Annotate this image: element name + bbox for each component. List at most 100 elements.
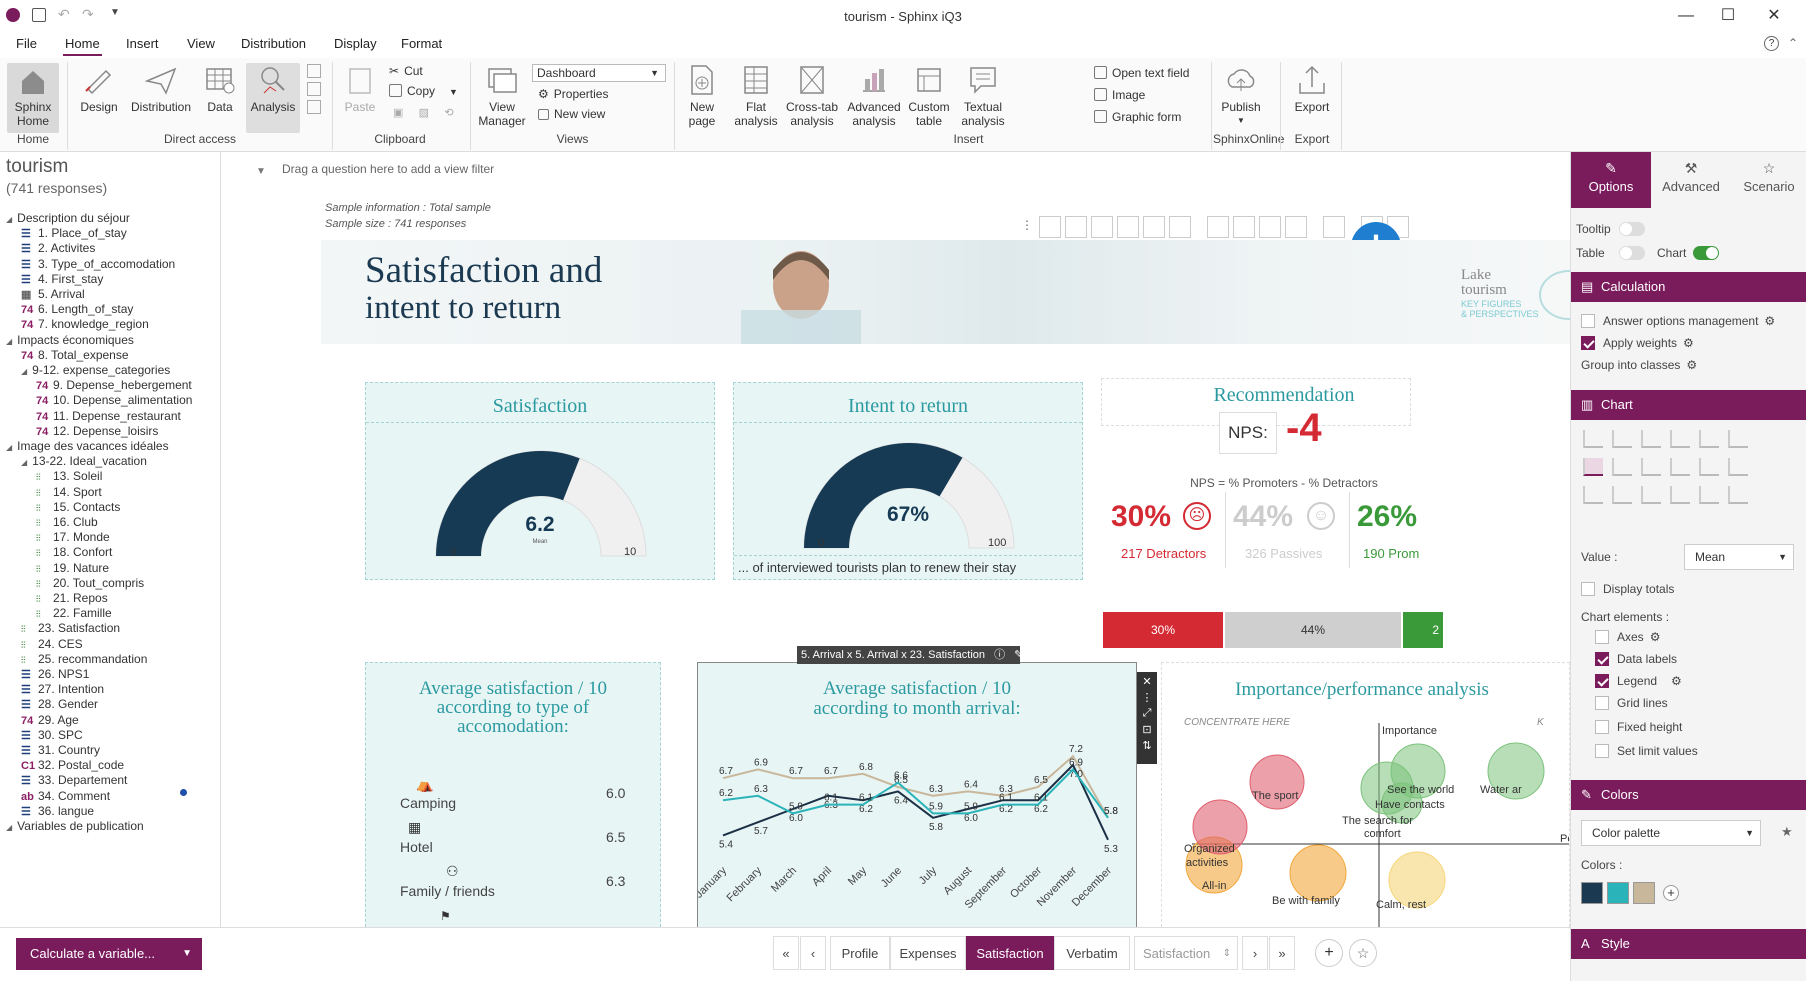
menu-home[interactable]: Home (63, 36, 102, 56)
view-manager-button[interactable]: View Manager (478, 63, 526, 128)
month-chart-card[interactable]: Average satisfaction / 10 according to m… (697, 662, 1137, 927)
nav-first-page[interactable]: « (773, 936, 799, 970)
open-text-field-button[interactable]: Open text field (1094, 66, 1189, 80)
intent-card[interactable]: Intent to return 67% 0 100 ... of interv… (733, 382, 1083, 580)
analysis-mini-icons[interactable] (304, 62, 324, 124)
colors-header[interactable]: ✎ Colors (1571, 780, 1806, 810)
legend-row[interactable]: Legend ⚙ (1595, 674, 1682, 688)
send-backward-icon[interactable] (1259, 216, 1281, 238)
chart-type-option-icon[interactable] (1699, 430, 1719, 448)
info-icon[interactable]: ⓘ (994, 649, 1005, 661)
tab-options[interactable]: ✎ Options (1571, 152, 1651, 208)
publish-dropdown-icon[interactable]: ▼ (1214, 114, 1268, 128)
menu-view[interactable]: View (185, 36, 217, 51)
grid-lines-row[interactable]: Grid lines (1595, 696, 1668, 710)
data-button[interactable]: Data (196, 63, 244, 114)
new-page-button[interactable]: New page (680, 63, 724, 128)
menu-insert[interactable]: Insert (124, 36, 161, 51)
axes-row[interactable]: Axes ⚙ (1595, 630, 1660, 644)
favorite-page-icon[interactable]: ☆ (1349, 939, 1377, 967)
chart-header[interactable]: ▥ Chart (1571, 390, 1806, 420)
custom-table-button[interactable]: Custom table (904, 63, 954, 128)
align-center-icon[interactable] (1065, 216, 1087, 238)
image-button[interactable]: Image (1094, 88, 1145, 102)
close-button[interactable]: ✕ (1764, 6, 1784, 26)
menu-file[interactable]: File (14, 36, 39, 51)
align-top-icon[interactable] (1117, 216, 1139, 238)
display-totals-checkbox[interactable] (1581, 582, 1595, 596)
copy-button[interactable]: Copy ▼ (389, 84, 458, 98)
properties-button[interactable]: ⚙ Properties (538, 87, 608, 101)
calculation-header[interactable]: ▤ Calculation (1571, 272, 1806, 302)
cut-button[interactable]: ✂ Cut (389, 64, 423, 78)
chart-type-option-icon[interactable] (1612, 430, 1632, 448)
legend-checkbox[interactable] (1595, 674, 1609, 688)
align-middle-icon[interactable] (1143, 216, 1165, 238)
recommendation-card[interactable]: Recommendation NPS: -4 NPS = % Promoters… (1101, 378, 1419, 578)
gear-icon[interactable]: ⚙ (1683, 336, 1694, 350)
color-swatch-1[interactable] (1581, 882, 1603, 904)
menu-distribution[interactable]: Distribution (239, 36, 308, 51)
help-icon[interactable]: ? (1764, 36, 1779, 51)
nav-last-page[interactable]: » (1269, 936, 1295, 970)
answer-options-row[interactable]: Answer options management ⚙ (1581, 314, 1775, 328)
apply-weights-checkbox[interactable] (1581, 336, 1595, 350)
add-page-icon[interactable]: + (1315, 939, 1343, 967)
set-limits-checkbox[interactable] (1595, 744, 1609, 758)
expand-icon[interactable]: ⤢ (1137, 707, 1157, 720)
menu-display[interactable]: Display (332, 36, 379, 51)
tree-item[interactable]: ◢ Variables de publication (6, 818, 144, 835)
gear-icon[interactable]: ⚙ (1650, 630, 1661, 644)
data-labels-checkbox[interactable] (1595, 652, 1609, 666)
more-options-icon[interactable]: ⋮ (1137, 691, 1157, 704)
align-right-icon[interactable] (1091, 216, 1113, 238)
resize-icon[interactable]: ⊡ (1137, 723, 1157, 736)
color-swatch-2[interactable] (1607, 882, 1629, 904)
tab-verbatim[interactable]: Verbatim (1054, 936, 1130, 970)
tab-expenses[interactable]: Expenses (890, 936, 966, 970)
bring-front-icon[interactable] (1207, 216, 1229, 238)
align-left-icon[interactable] (1039, 216, 1061, 238)
chart-type-option-icon[interactable] (1583, 430, 1603, 448)
new-view-button[interactable]: New view (538, 107, 605, 121)
accommodation-card[interactable]: Average satisfaction / 10 according to t… (365, 662, 661, 927)
align-bottom-icon[interactable] (1169, 216, 1191, 238)
flat-analysis-button[interactable]: Flat analysis (732, 63, 780, 128)
analysis-button[interactable]: Analysis (246, 63, 300, 133)
chart-type-option-icon[interactable] (1728, 486, 1748, 504)
menu-format[interactable]: Format (399, 36, 444, 51)
format-tools[interactable]: ▣ ▧ ⟲ (393, 106, 473, 120)
chart-type-option-icon[interactable] (1583, 458, 1603, 476)
fit-icon[interactable] (1323, 216, 1345, 238)
edit-pencil-icon[interactable]: ✎ (1014, 649, 1023, 661)
data-labels-row[interactable]: Data labels (1595, 652, 1677, 666)
maximize-button[interactable]: ☐ (1718, 6, 1738, 26)
distribution-button[interactable]: Distribution (128, 63, 194, 114)
gear-icon[interactable]: ⚙ (1764, 314, 1775, 328)
more-options-icon[interactable]: ⋮ (1021, 218, 1033, 232)
bring-forward-icon[interactable] (1233, 216, 1255, 238)
sphinx-home-button[interactable]: Sphinx Home (7, 63, 59, 133)
chart-type-option-icon[interactable] (1641, 430, 1661, 448)
chart-type-option-icon[interactable] (1728, 458, 1748, 476)
chart-type-option-icon[interactable] (1670, 430, 1690, 448)
chart-toggle[interactable] (1693, 246, 1719, 260)
gear-icon[interactable]: ⚙ (1686, 358, 1697, 372)
chart-type-option-icon[interactable] (1583, 486, 1603, 504)
tooltip-toggle[interactable] (1619, 222, 1645, 236)
nav-next-page[interactable]: › (1242, 936, 1268, 970)
chart-type-option-icon[interactable] (1612, 486, 1632, 504)
crosstab-analysis-button[interactable]: Cross-tab analysis (782, 63, 842, 128)
chart-type-option-icon[interactable] (1699, 458, 1719, 476)
fixed-height-checkbox[interactable] (1595, 720, 1609, 734)
nav-prev-page[interactable]: ‹ (800, 936, 826, 970)
chart-type-option-icon[interactable] (1699, 486, 1719, 504)
gear-icon[interactable]: ⚙ (1671, 674, 1682, 688)
fixed-height-row[interactable]: Fixed height (1595, 720, 1682, 734)
views-select[interactable]: Dashboard ▼ (532, 64, 666, 82)
collapse-ribbon-icon[interactable]: ⌃ (1788, 36, 1798, 50)
color-swatch-3[interactable] (1633, 882, 1655, 904)
tab-advanced[interactable]: ⚒ Advanced (1651, 152, 1731, 208)
calculate-variable-button[interactable]: Calculate a variable... ▼ (16, 938, 202, 970)
palette-select[interactable]: Color palette ▼ (1581, 820, 1761, 846)
